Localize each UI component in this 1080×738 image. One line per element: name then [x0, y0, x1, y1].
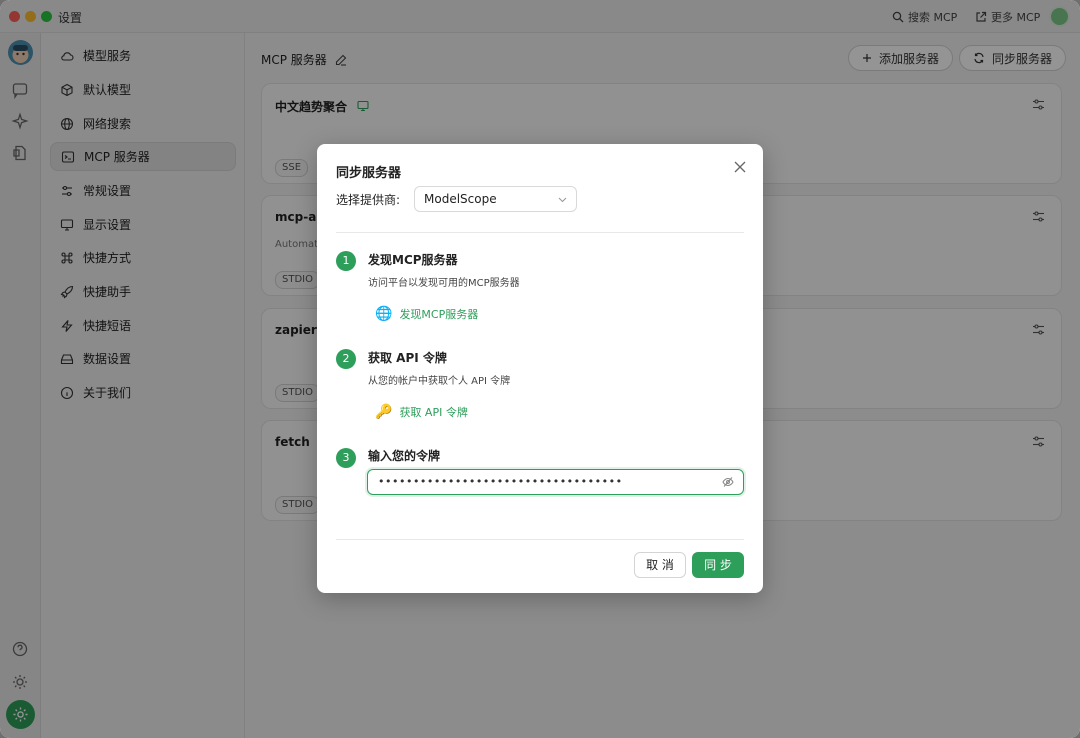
globe-icon: 🌐 [375, 306, 393, 322]
eye-off-icon[interactable] [722, 476, 734, 488]
step-description: 从您的帐户中获取个人 API 令牌 [368, 376, 511, 387]
step-number: 3 [336, 448, 356, 468]
get-api-token-link[interactable]: 🔑 获取 API 令牌 [375, 404, 468, 420]
provider-select[interactable]: ModelScope [414, 186, 577, 212]
step-description: 访问平台以发现可用的MCP服务器 [368, 278, 520, 289]
token-value: ••••••••••••••••••••••••••••••••••• [378, 475, 623, 488]
step-title: 输入您的令牌 [368, 449, 441, 463]
cancel-button[interactable]: 取 消 [634, 552, 686, 578]
discover-mcp-link[interactable]: 🌐 发现MCP服务器 [375, 306, 478, 322]
step-title: 获取 API 令牌 [368, 351, 447, 365]
api-token-input[interactable]: ••••••••••••••••••••••••••••••••••• [367, 469, 744, 495]
dialog-title: 同步服务器 [336, 166, 402, 181]
app-window: 设置 搜索 MCP 更多 MCP 模型服务 默认模型 网络搜索 MCP 服务器 … [0, 0, 1080, 738]
step-title: 发现MCP服务器 [368, 253, 458, 267]
provider-value: ModelScope [424, 192, 497, 206]
divider [336, 539, 744, 540]
key-icon: 🔑 [375, 404, 393, 420]
provider-label: 选择提供商: [336, 193, 401, 207]
divider [336, 232, 744, 233]
discover-mcp-label: 发现MCP服务器 [399, 308, 479, 321]
sync-button[interactable]: 同 步 [692, 552, 744, 578]
get-api-token-label: 获取 API 令牌 [399, 406, 468, 419]
close-icon[interactable] [733, 160, 747, 174]
sync-servers-dialog: 同步服务器 选择提供商: ModelScope 1 发现MCP服务器 访问平台以… [317, 144, 763, 593]
step-number: 1 [336, 251, 356, 271]
step-number: 2 [336, 349, 356, 369]
chevron-down-icon [558, 197, 567, 203]
